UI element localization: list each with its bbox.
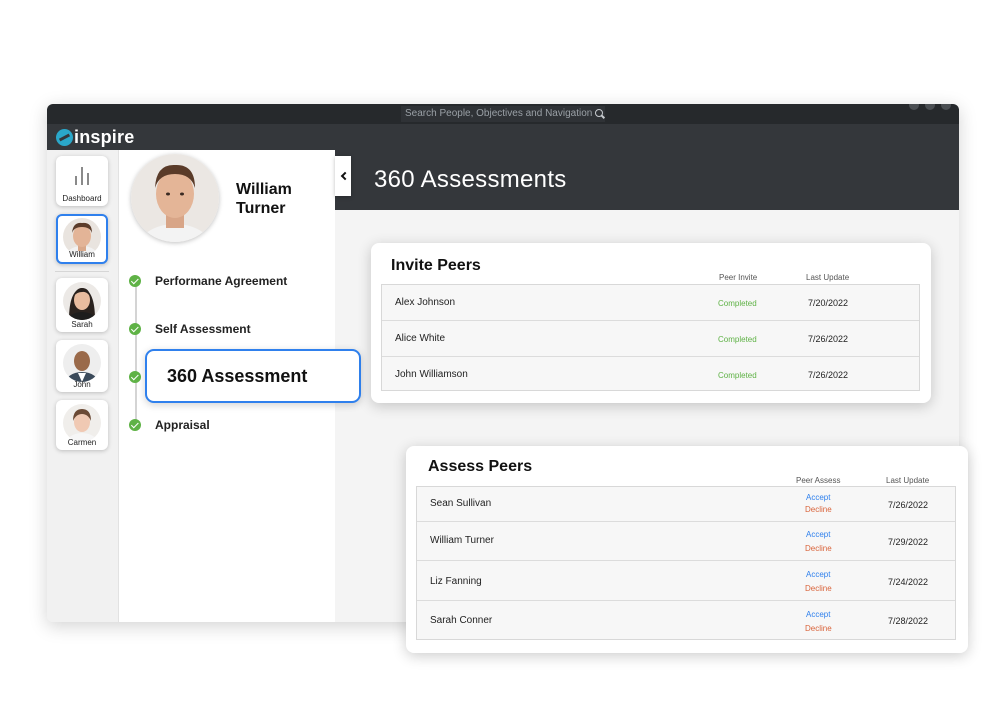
decline-link[interactable]: Decline [805, 584, 832, 593]
last-update: 7/26/2022 [888, 500, 929, 510]
main-header: 360 Assessments [335, 150, 959, 210]
step-360-assessment[interactable]: 360 Assessment [145, 349, 361, 403]
peer-name: Sean Sullivan [430, 498, 492, 509]
decline-link[interactable]: Decline [805, 544, 832, 553]
accept-link[interactable]: Accept [806, 610, 830, 619]
first-name: William [236, 181, 292, 198]
last-update: 7/26/2022 [808, 370, 849, 380]
search-input[interactable]: Search People, Objectives and Navigation [401, 106, 605, 122]
check-circle-icon [129, 275, 141, 287]
window-dot-icon[interactable] [941, 104, 951, 110]
peer-name: Alex Johnson [395, 297, 456, 308]
collapse-panel-button[interactable] [335, 156, 351, 196]
rail-item-sarah[interactable]: Sarah [56, 278, 108, 332]
search-icon[interactable] [595, 109, 604, 117]
accept-link[interactable]: Accept [806, 530, 830, 539]
check-circle-icon [129, 419, 141, 431]
rail-divider [55, 271, 109, 272]
card-title: Invite Peers [391, 257, 481, 274]
bar-chart-icon [74, 165, 90, 185]
logo[interactable]: inspire [56, 127, 134, 148]
window-dot-icon[interactable] [925, 104, 935, 110]
table-row: Sean Sullivan Accept Decline 7/26/2022 [417, 487, 955, 522]
logo-mark-icon [56, 129, 73, 146]
rail-item-label: Dashboard [62, 194, 102, 203]
peer-name: Alice White [395, 333, 446, 344]
rail-item-dashboard[interactable]: Dashboard [56, 156, 108, 206]
avatar [131, 154, 219, 242]
person-name: William Turner [236, 180, 331, 218]
assess-peers-table: Sean Sullivan Accept Decline 7/26/2022 W… [416, 486, 956, 640]
last-name: Turner [236, 200, 286, 217]
assess-peers-card: Assess Peers Peer Assess Last Update Sea… [406, 446, 968, 653]
step-appraisal[interactable]: Appraisal [129, 416, 210, 434]
check-circle-icon [129, 371, 141, 383]
brand-bar: inspire [47, 124, 959, 150]
table-row: Liz Fanning Accept Decline 7/24/2022 [417, 561, 955, 601]
step-label: Appraisal [155, 418, 210, 432]
column-header-date: Last Update [886, 476, 930, 485]
search-placeholder: Search People, Objectives and Navigation [405, 108, 593, 119]
invite-peers-table: Alex Johnson Completed 7/20/2022 Alice W… [381, 284, 920, 391]
card-title: Assess Peers [428, 458, 533, 475]
rail-item-label: Sarah [71, 320, 93, 329]
people-rail: Dashboard William Sarah John Carmen [47, 150, 119, 622]
step-self-assessment[interactable]: Self Assessment [129, 320, 251, 338]
table-row: William Turner Accept Decline 7/29/2022 [417, 522, 955, 561]
invite-peers-card: Invite Peers Peer Invite Last Update Ale… [371, 243, 931, 403]
last-update: 7/28/2022 [888, 616, 929, 626]
table-row[interactable]: John Williamson Completed 7/26/2022 [382, 357, 919, 392]
step-performance-agreement[interactable]: Performane Agreement [129, 272, 287, 290]
rail-item-label: John [73, 380, 91, 389]
window-controls [909, 104, 951, 110]
page-title: 360 Assessments [374, 166, 567, 193]
step-label: Performane Agreement [155, 274, 288, 288]
accept-link[interactable]: Accept [806, 493, 830, 502]
rail-item-john[interactable]: John [56, 340, 108, 392]
rail-item-william[interactable]: William [56, 214, 108, 264]
step-360-assessment-marker [129, 368, 141, 386]
decline-link[interactable]: Decline [805, 505, 832, 514]
table-row[interactable]: Alice White Completed 7/26/2022 [382, 321, 919, 357]
timeline-line [135, 281, 137, 429]
peer-name: William Turner [430, 535, 494, 546]
logo-text: inspire [74, 127, 135, 147]
peer-name: John Williamson [395, 369, 468, 380]
peer-name: Liz Fanning [430, 576, 482, 587]
column-header-date: Last Update [806, 273, 850, 282]
window-dot-icon[interactable] [909, 104, 919, 110]
last-update: 7/29/2022 [888, 537, 929, 547]
status-badge: Completed [718, 335, 757, 344]
table-row[interactable]: Alex Johnson Completed 7/20/2022 [382, 285, 919, 321]
last-update: 7/24/2022 [888, 577, 929, 587]
decline-link[interactable]: Decline [805, 624, 832, 633]
peer-name: Sarah Conner [430, 615, 493, 626]
check-circle-icon [129, 323, 141, 335]
chevron-left-icon [340, 171, 349, 181]
avatar [63, 344, 101, 382]
rail-item-label: Carmen [67, 438, 97, 447]
column-header-status: Peer Invite [719, 273, 758, 282]
last-update: 7/20/2022 [808, 298, 849, 308]
rail-item-label: William [69, 250, 95, 259]
table-row: Sarah Conner Accept Decline 7/28/2022 [417, 601, 955, 641]
accept-link[interactable]: Accept [806, 570, 830, 579]
status-badge: Completed [718, 299, 757, 308]
column-header-status: Peer Assess [796, 476, 841, 485]
last-update: 7/26/2022 [808, 334, 849, 344]
avatar [63, 404, 101, 442]
top-bar: Search People, Objectives and Navigation [47, 104, 959, 124]
avatar [63, 282, 101, 320]
step-label: Self Assessment [155, 322, 251, 336]
rail-item-carmen[interactable]: Carmen [56, 400, 108, 450]
status-badge: Completed [718, 371, 757, 380]
